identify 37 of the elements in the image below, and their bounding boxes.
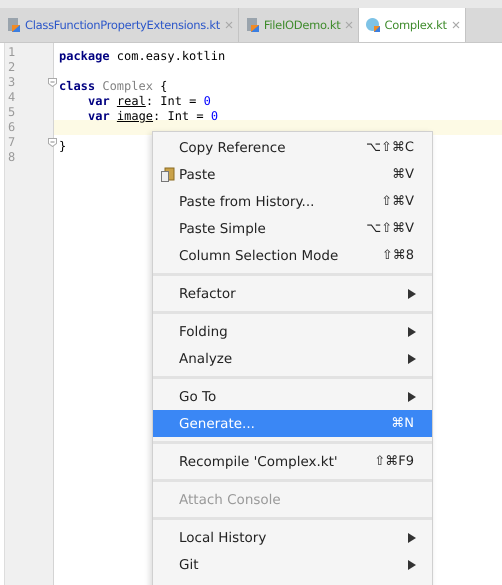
menu-item[interactable]: Column Selection Mode ⇧⌘8: [153, 242, 432, 269]
close-icon[interactable]: [222, 19, 235, 31]
code-line: var real: Int = 0: [88, 94, 211, 108]
editor-tab[interactable]: ClassFunctionPropertyExtensions.kt: [0, 8, 239, 42]
menu-item[interactable]: Generate... ⌘N: [153, 410, 432, 437]
menu-item[interactable]: Refactor: [153, 280, 432, 307]
fold-marker-icon[interactable]: [48, 138, 57, 147]
kotlin-file-icon: [244, 17, 261, 33]
menu-item[interactable]: Local History: [153, 524, 432, 551]
menu-item[interactable]: Analyze: [153, 345, 432, 372]
line-number: 6: [8, 120, 16, 135]
menu-item[interactable]: Folding: [153, 318, 432, 345]
line-number: 2: [8, 60, 16, 75]
menu-item[interactable]: Paste Simple ⌥⇧⌘V: [153, 215, 432, 242]
line-number: 3: [8, 75, 16, 90]
line-number: 5: [8, 105, 16, 120]
line-number: 8: [8, 150, 16, 165]
code-line: class Complex {: [59, 79, 168, 93]
close-icon[interactable]: [343, 19, 356, 31]
editor-tab[interactable]: Complex.kt: [359, 8, 466, 42]
code-line: }: [59, 139, 66, 153]
class-icon: [365, 17, 382, 33]
menu-item[interactable]: Copy Reference ⌥⇧⌘C: [153, 134, 432, 161]
kotlin-file-icon: [6, 17, 22, 33]
line-number: 7: [8, 135, 16, 150]
menu-item[interactable]: Paste ⌘V: [153, 161, 432, 188]
menu-item[interactable]: Go To: [153, 383, 432, 410]
menu-item[interactable]: Git: [153, 551, 432, 578]
menu-item[interactable]: Paste from History... ⇧⌘V: [153, 188, 432, 215]
close-icon[interactable]: [450, 19, 462, 31]
clipboard-icon: [160, 167, 176, 183]
fold-marker-icon[interactable]: [48, 78, 57, 87]
menu-item[interactable]: Recompile 'Complex.kt' ⇧⌘F9: [153, 448, 432, 475]
line-number: 1: [8, 45, 16, 60]
line-number: 4: [8, 90, 16, 105]
code-line: package com.easy.kotlin: [59, 49, 226, 63]
code-line: var image: Int = 0: [88, 109, 218, 123]
